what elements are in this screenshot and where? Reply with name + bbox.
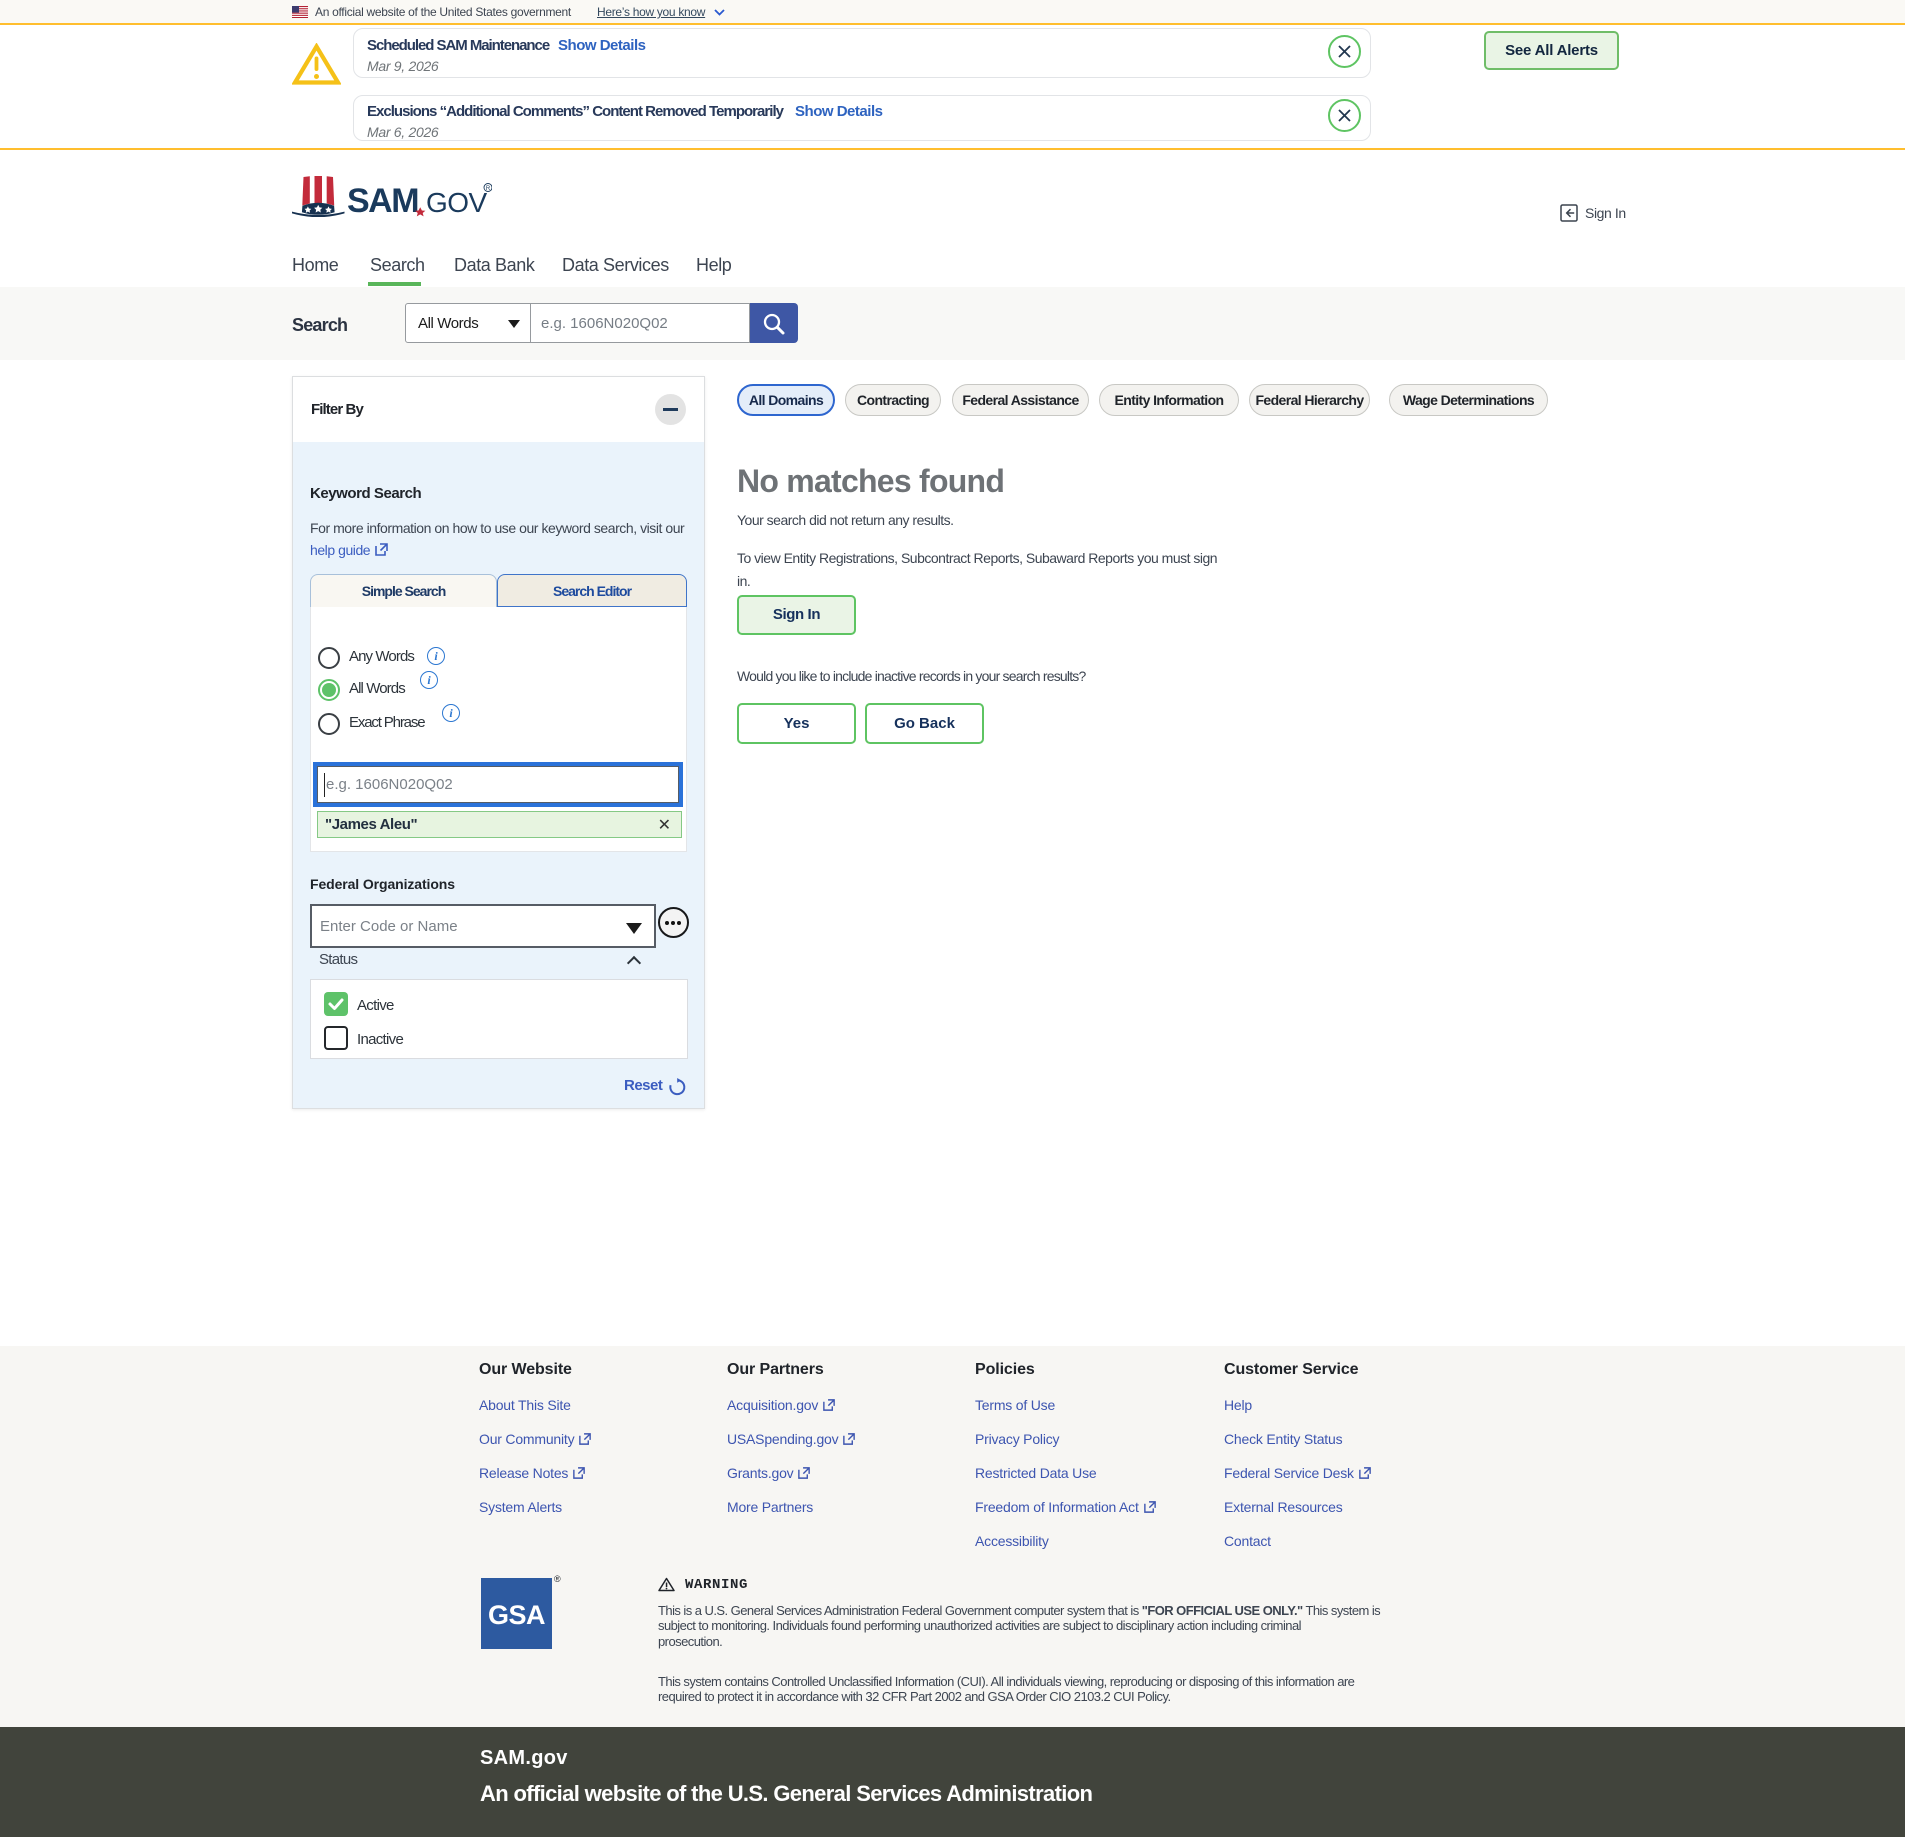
svg-text:GOV: GOV [426, 187, 488, 217]
svg-text:R: R [486, 186, 491, 192]
svg-text:SAM: SAM [347, 182, 418, 217]
